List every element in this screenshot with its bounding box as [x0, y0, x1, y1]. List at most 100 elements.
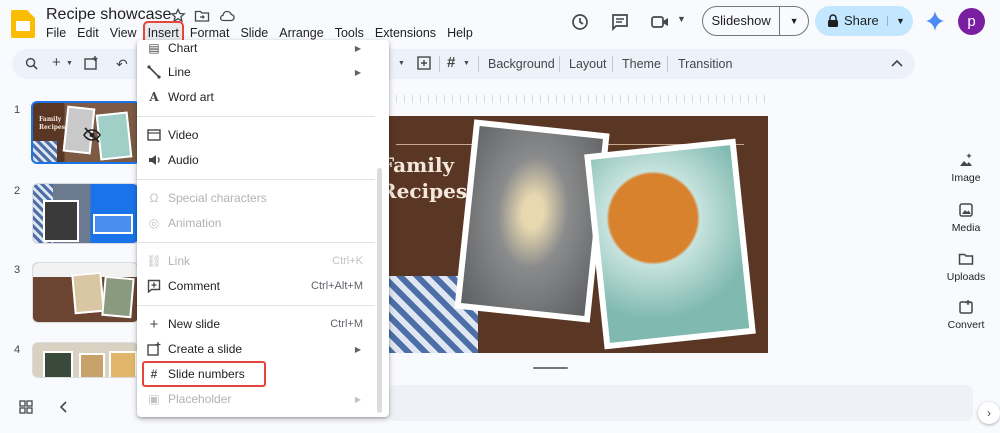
gemini-icon[interactable]: [926, 11, 944, 31]
slide-thumbnail-3[interactable]: [32, 262, 139, 323]
comment-add-icon: [147, 279, 161, 293]
slide-thumbnail-4[interactable]: [32, 342, 139, 378]
hash-icon[interactable]: #: [447, 54, 455, 71]
theme-button[interactable]: Theme: [622, 57, 661, 71]
slideshow-button[interactable]: Slideshow ▼: [702, 6, 809, 36]
ruler: [388, 95, 768, 103]
menu-item-word-art[interactable]: A Word art: [137, 86, 377, 108]
chevron-down-icon[interactable]: ▼: [887, 16, 913, 26]
show-panel-button[interactable]: ›: [978, 402, 1000, 424]
background-button[interactable]: Background: [488, 57, 555, 71]
star-icon[interactable]: [170, 8, 186, 24]
menu-edit[interactable]: Edit: [77, 25, 99, 43]
menu-item-new-slide[interactable]: + New slide Ctrl+M: [137, 313, 377, 335]
slide-number: 4: [14, 344, 21, 356]
slide-number: 1: [14, 104, 21, 116]
slide-thumbnail-1[interactable]: Family Recipes: [31, 101, 140, 164]
toolbar-divider: [667, 56, 668, 72]
menu-scrollbar[interactable]: [377, 168, 382, 413]
menu-item-comment[interactable]: Comment Ctrl+Alt+M: [137, 275, 377, 297]
menu-divider: [137, 242, 375, 243]
add-icon[interactable]: +: [52, 54, 61, 71]
hidden-eye-icon: [83, 127, 101, 143]
share-label: Share: [844, 13, 879, 28]
toolbar-divider: [439, 56, 440, 72]
audio-icon: [149, 155, 160, 165]
new-slide-icon[interactable]: [84, 56, 99, 70]
slide-number: 3: [14, 264, 21, 276]
omega-icon: Ω: [149, 191, 159, 205]
canvas-resize-handle[interactable]: [533, 367, 568, 369]
slideshow-label[interactable]: Slideshow: [703, 7, 781, 35]
folder-icon: [958, 253, 974, 265]
undo-icon[interactable]: ↶: [116, 56, 128, 73]
side-convert-label: Convert: [947, 319, 985, 331]
word-art-icon: A: [149, 90, 159, 104]
animation-icon: ◎: [148, 216, 160, 230]
speaker-notes[interactable]: [388, 385, 973, 421]
menu-item-line[interactable]: Line ▶: [137, 61, 377, 83]
insert-box-icon[interactable]: [417, 56, 431, 70]
menu-item-chart[interactable]: ▤ Chart ▶: [137, 40, 377, 59]
version-history-icon[interactable]: [570, 12, 590, 32]
toolbar-divider: [612, 56, 613, 72]
transition-button[interactable]: Transition: [678, 57, 732, 71]
chevron-down-icon[interactable]: ▼: [398, 60, 405, 67]
share-button[interactable]: Share ▼: [815, 6, 913, 36]
menu-item-special-characters[interactable]: Ω Special characters: [137, 187, 377, 209]
toolbar-divider: [559, 56, 560, 72]
side-convert-button[interactable]: Convert: [944, 299, 988, 331]
menu-item-link[interactable]: ⛓ Link Ctrl+K: [137, 250, 377, 272]
meet-camera-icon[interactable]: [650, 12, 670, 32]
menu-item-placeholder[interactable]: ▣ Placeholder ▶: [137, 388, 377, 410]
menu-divider: [137, 179, 375, 180]
link-icon: ⛓: [146, 254, 162, 268]
thumbnail-title: Family Recipes: [39, 116, 66, 131]
submenu-arrow-icon: ▶: [354, 43, 361, 53]
side-uploads-button[interactable]: Uploads: [944, 251, 988, 283]
document-title[interactable]: Recipe showcase: [46, 6, 171, 24]
menu-item-audio[interactable]: Audio: [137, 149, 377, 171]
menu-item-animation[interactable]: ◎ Animation: [137, 212, 377, 234]
side-image-label: Image: [951, 172, 981, 184]
grid-view-icon[interactable]: [19, 400, 33, 414]
side-media-button[interactable]: Media: [944, 202, 988, 234]
search-icon[interactable]: [25, 57, 38, 70]
slide-canvas[interactable]: Family Recipes: [388, 116, 768, 353]
slide-number: 2: [14, 185, 21, 197]
insert-menu: ▤ Chart ▶ Line ▶ A Word art Video Audio …: [137, 40, 389, 417]
comments-icon[interactable]: [610, 12, 630, 32]
slide-title[interactable]: Family Recipes: [388, 152, 467, 204]
menu-view[interactable]: View: [110, 25, 137, 43]
menu-divider: [137, 116, 375, 117]
toolbar-divider: [478, 56, 479, 72]
side-media-label: Media: [951, 222, 981, 234]
menu-item-video[interactable]: Video: [137, 124, 377, 146]
pasta-photo[interactable]: [454, 119, 610, 323]
line-icon: [147, 65, 161, 79]
menu-file[interactable]: File: [46, 25, 66, 43]
avatar[interactable]: p: [958, 8, 985, 35]
slide-numbers-highlight: [142, 361, 266, 387]
convert-icon: [959, 300, 973, 314]
side-uploads-label: Uploads: [946, 271, 986, 283]
layout-button[interactable]: Layout: [569, 57, 607, 71]
menu-help[interactable]: Help: [447, 25, 473, 43]
chevron-down-icon[interactable]: ▼: [66, 60, 73, 67]
submenu-arrow-icon: ▶: [354, 344, 361, 354]
side-image-button[interactable]: Image: [944, 152, 988, 184]
collapse-panel-icon[interactable]: [57, 400, 71, 414]
cloud-saved-icon[interactable]: [219, 8, 235, 24]
chevron-up-icon[interactable]: [891, 59, 903, 67]
slides-logo-icon[interactable]: [10, 9, 36, 39]
chart-icon: ▤: [148, 41, 160, 55]
menu-item-create-a-slide[interactable]: Create a slide ▶: [137, 338, 377, 360]
move-folder-icon[interactable]: [194, 8, 210, 24]
submenu-arrow-icon: ▶: [354, 394, 361, 404]
video-icon: [147, 129, 161, 141]
chevron-down-icon[interactable]: ▼: [780, 16, 808, 26]
pie-photo[interactable]: [584, 138, 756, 350]
meet-dropdown-icon[interactable]: ▼: [677, 14, 686, 24]
slide-thumbnail-2[interactable]: [32, 183, 139, 244]
chevron-down-icon[interactable]: ▼: [463, 60, 470, 67]
